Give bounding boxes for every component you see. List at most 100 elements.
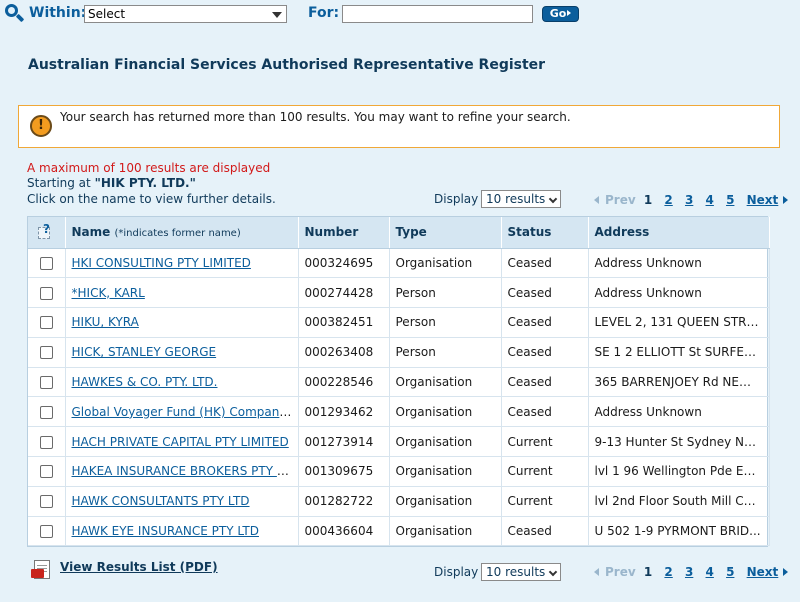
- row-checkbox[interactable]: [40, 435, 53, 449]
- address-cell: U 502 1-9 PYRMONT BRID...: [588, 516, 770, 547]
- exclamation-icon: !: [30, 115, 52, 137]
- table-row: HIKU, KYRA 000382451 Person Ceased LEVEL…: [28, 307, 770, 338]
- page-link-4[interactable]: 4: [706, 565, 714, 579]
- table-row: HAWKES & CO. PTY. LTD. 000228546 Organis…: [28, 367, 770, 398]
- prev-link[interactable]: Prev: [605, 193, 636, 207]
- representative-name-link[interactable]: HACH PRIVATE CAPITAL PTY LIMITED: [72, 435, 289, 449]
- status-cell: Current: [501, 456, 589, 487]
- go-button[interactable]: Go: [542, 6, 579, 22]
- display-label-bottom: Display: [434, 565, 479, 579]
- number-column-header: Number: [298, 217, 390, 249]
- search-input[interactable]: [342, 5, 533, 23]
- max-results-message: A maximum of 100 results are displayed: [27, 161, 271, 175]
- within-select[interactable]: Select: [84, 5, 287, 23]
- number-cell: 000263408: [298, 337, 390, 368]
- page-link-4[interactable]: 4: [706, 193, 714, 207]
- table-row: *HICK, KARL 000274428 Person Ceased Addr…: [28, 277, 770, 309]
- type-column-header: Type: [389, 217, 502, 249]
- starting-at-value: "HIK PTY. LTD.": [94, 176, 196, 190]
- page-link-5[interactable]: 5: [726, 565, 734, 579]
- representative-name-link[interactable]: HAKEA INSURANCE BROKERS PTY LI...: [72, 464, 298, 478]
- status-cell: Current: [501, 486, 589, 517]
- display-select-top[interactable]: 10 results: [481, 190, 561, 208]
- address-column-header: Address: [588, 217, 770, 249]
- representative-name-link[interactable]: Global Voyager Fund (HK) Company L...: [72, 405, 298, 419]
- name-header-label: Name: [71, 225, 111, 240]
- arrow-right-icon: [783, 568, 789, 576]
- type-cell: Person: [389, 277, 502, 309]
- representative-name-link[interactable]: *HICK, KARL: [72, 286, 145, 300]
- table-row: HAWK CONSULTANTS PTY LTD 001282722 Organ…: [28, 486, 770, 517]
- pager-bottom: Prev 1 2 3 4 5 Next: [594, 565, 789, 579]
- name-header-note: (*indicates former name): [114, 228, 241, 240]
- row-checkbox[interactable]: [40, 495, 53, 509]
- address-cell: SE 1 2 ELLIOTT St SURFER...: [588, 337, 770, 368]
- address-cell: Address Unknown: [588, 396, 770, 428]
- status-cell: Current: [501, 426, 589, 458]
- pager-top: Prev 1 2 3 4 5 Next: [594, 193, 789, 207]
- page-link-2[interactable]: 2: [664, 193, 672, 207]
- search-icon: [5, 4, 25, 24]
- click-hint: Click on the name to view further detail…: [27, 192, 276, 206]
- type-cell: Organisation: [389, 396, 502, 428]
- row-checkbox[interactable]: [40, 405, 53, 419]
- page-link-3[interactable]: 3: [685, 193, 693, 207]
- arrow-left-icon: [594, 568, 599, 576]
- number-cell: 001282722: [298, 486, 390, 517]
- row-checkbox[interactable]: [40, 525, 53, 539]
- address-cell: lvl 2nd Floor South Mill Cen...: [588, 486, 770, 517]
- representative-name-link[interactable]: HAWKES & CO. PTY. LTD.: [72, 375, 218, 389]
- table-row: HACH PRIVATE CAPITAL PTY LIMITED 0012739…: [28, 426, 770, 458]
- row-checkbox[interactable]: [40, 316, 53, 330]
- prev-link[interactable]: Prev: [605, 565, 636, 579]
- within-select-value: Select: [88, 7, 126, 21]
- row-checkbox[interactable]: [40, 465, 53, 479]
- notice-message: Your search has returned more than 100 r…: [60, 110, 571, 124]
- representative-name-link[interactable]: HAWK CONSULTANTS PTY LTD: [72, 494, 250, 508]
- type-cell: Organisation: [389, 426, 502, 458]
- chevron-down-icon: [548, 194, 558, 204]
- table-row: HICK, STANLEY GEORGE 000263408 Person Ce…: [28, 337, 770, 368]
- status-column-header: Status: [501, 217, 589, 249]
- next-link[interactable]: Next: [747, 565, 779, 579]
- number-cell: 000436604: [298, 516, 390, 547]
- name-column-header: Name (*indicates former name): [65, 217, 299, 249]
- arrow-left-icon: [594, 196, 599, 204]
- number-cell: 001273914: [298, 426, 390, 458]
- page-link-3[interactable]: 3: [685, 565, 693, 579]
- type-cell: Organisation: [389, 248, 502, 279]
- starting-at-message: Starting at "HIK PTY. LTD.": [27, 176, 196, 190]
- page-title: Australian Financial Services Authorised…: [28, 57, 546, 73]
- representative-name-link[interactable]: HIKU, KYRA: [72, 315, 139, 329]
- go-button-label: Go: [549, 7, 567, 20]
- status-cell: Ceased: [501, 396, 589, 428]
- view-results-pdf-link[interactable]: View Results List (PDF): [60, 560, 218, 574]
- status-cell: Ceased: [501, 248, 589, 279]
- address-cell: 365 BARRENJOEY Rd NEWP...: [588, 367, 770, 398]
- representative-name-link[interactable]: HAWK EYE INSURANCE PTY LTD: [72, 524, 259, 538]
- type-cell: Person: [389, 307, 502, 338]
- status-cell: Ceased: [501, 307, 589, 338]
- address-cell: lvl 1 96 Wellington Pde Eas...: [588, 456, 770, 487]
- results-table: ? Name (*indicates former name) Number T…: [27, 216, 770, 548]
- arrow-right-icon: [783, 196, 789, 204]
- representative-name-link[interactable]: HICK, STANLEY GEORGE: [72, 345, 217, 359]
- representative-name-link[interactable]: HKI CONSULTING PTY LIMITED: [72, 256, 251, 270]
- display-select-value: 10 results: [486, 192, 546, 206]
- next-link[interactable]: Next: [747, 193, 779, 207]
- display-select-bottom[interactable]: 10 results: [481, 563, 561, 581]
- row-checkbox[interactable]: [40, 346, 53, 360]
- starting-at-prefix: Starting at: [27, 176, 91, 190]
- number-cell: 000382451: [298, 307, 390, 338]
- table-row: HAKEA INSURANCE BROKERS PTY LI... 001309…: [28, 456, 770, 487]
- pdf-icon: [31, 560, 55, 580]
- help-icon[interactable]: ?: [37, 222, 55, 241]
- row-checkbox[interactable]: [40, 376, 53, 390]
- table-row: Global Voyager Fund (HK) Company L... 00…: [28, 396, 770, 428]
- row-checkbox[interactable]: [40, 256, 53, 270]
- row-checkbox[interactable]: [40, 286, 53, 300]
- for-label: For:: [308, 5, 340, 21]
- within-label: Within:: [29, 5, 87, 21]
- page-link-2[interactable]: 2: [664, 565, 672, 579]
- page-link-5[interactable]: 5: [726, 193, 734, 207]
